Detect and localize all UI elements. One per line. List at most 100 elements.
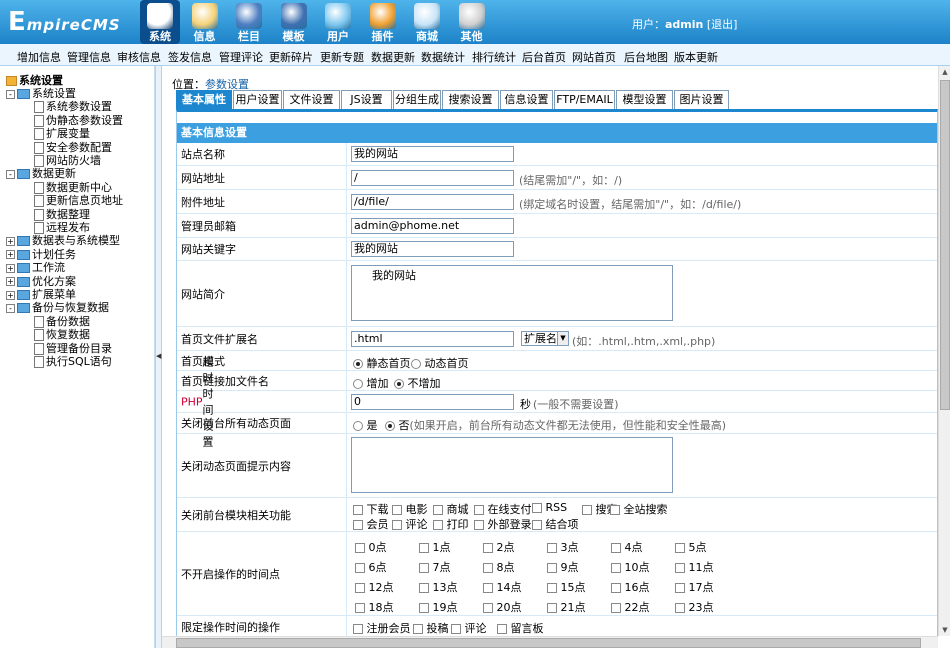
menu-item[interactable]: 后台地图 bbox=[624, 49, 668, 65]
tab-1[interactable]: 用户设置 bbox=[233, 90, 282, 109]
hour-option[interactable]: 22点 bbox=[611, 599, 650, 615]
module-option[interactable]: 会员 bbox=[353, 516, 389, 532]
hour-option[interactable]: 19点 bbox=[419, 599, 458, 615]
tree-folder[interactable]: - 备份与恢复数据 bbox=[6, 301, 109, 314]
tab-4[interactable]: 分组生成 bbox=[393, 90, 441, 109]
menu-item[interactable]: 签发信息 bbox=[168, 49, 212, 65]
checkbox[interactable] bbox=[675, 603, 685, 613]
logout-link[interactable]: [退出] bbox=[707, 18, 738, 31]
checkbox[interactable] bbox=[547, 583, 557, 593]
tree-item[interactable]: 恢复数据 bbox=[34, 328, 90, 342]
tree-item[interactable]: 数据整理 bbox=[34, 208, 90, 221]
close-tip-textarea[interactable] bbox=[351, 437, 673, 493]
index-mode-dynamic-option[interactable]: 动态首页 bbox=[411, 355, 469, 371]
nav-7[interactable]: 其他 bbox=[452, 0, 492, 44]
checkbox[interactable] bbox=[353, 505, 363, 515]
tree-item[interactable]: 备份数据 bbox=[34, 315, 90, 328]
keywords-input[interactable]: 我的网站 bbox=[351, 241, 514, 257]
ext-select[interactable]: 扩展名 ▼ bbox=[521, 331, 569, 346]
checkbox[interactable] bbox=[611, 543, 621, 553]
checkbox[interactable] bbox=[547, 563, 557, 573]
checkbox[interactable] bbox=[451, 624, 461, 634]
scroll-up-icon[interactable]: ▲ bbox=[939, 66, 950, 78]
hour-option[interactable]: 18点 bbox=[355, 599, 394, 615]
hour-option[interactable]: 11点 bbox=[675, 559, 714, 575]
tree-item[interactable]: 安全参数配置 bbox=[34, 141, 112, 154]
site-url-input[interactable]: / bbox=[351, 170, 514, 186]
limit-op-option[interactable]: 留言板 bbox=[497, 620, 544, 636]
tree-item[interactable]: 远程发布 bbox=[34, 221, 90, 234]
hour-option[interactable]: 21点 bbox=[547, 599, 586, 615]
hour-option[interactable]: 7点 bbox=[419, 559, 451, 575]
intro-textarea[interactable]: 我的网站 bbox=[351, 265, 673, 321]
tree-item[interactable]: 系统参数设置 bbox=[34, 100, 112, 114]
expand-icon[interactable]: + bbox=[6, 263, 15, 273]
hour-option[interactable]: 1点 bbox=[419, 539, 451, 555]
tree-folder[interactable]: - 系统设置 bbox=[6, 87, 76, 100]
tab-0[interactable]: 基本属性 bbox=[176, 90, 232, 109]
close-no-option[interactable]: 否(如果开启，前台所有动态文件都无法使用，但性能和安全性最高) bbox=[385, 417, 726, 433]
attach-url-input[interactable]: /d/file/ bbox=[351, 194, 514, 210]
module-option[interactable]: 电影 bbox=[392, 501, 428, 517]
menu-item[interactable]: 管理评论 bbox=[219, 49, 263, 65]
collapse-arrow-icon[interactable]: ◀ bbox=[156, 352, 161, 360]
vertical-scrollbar[interactable]: ▲ ▼ bbox=[938, 66, 950, 636]
expand-icon[interactable]: + bbox=[6, 236, 15, 246]
hour-option[interactable]: 14点 bbox=[483, 579, 522, 595]
tab-2[interactable]: 文件设置 bbox=[283, 90, 340, 109]
checkbox[interactable] bbox=[355, 563, 365, 573]
menu-item[interactable]: 更新碎片 bbox=[269, 49, 313, 65]
checkbox[interactable] bbox=[413, 624, 423, 634]
limit-op-option[interactable]: 投稿 bbox=[413, 620, 449, 636]
checkbox[interactable] bbox=[392, 520, 402, 530]
tree-item[interactable]: 扩展变量 bbox=[34, 127, 90, 141]
checkbox[interactable] bbox=[392, 505, 402, 515]
collapse-icon[interactable]: - bbox=[6, 169, 15, 179]
menu-item[interactable]: 增加信息 bbox=[17, 49, 61, 65]
checkbox[interactable] bbox=[419, 603, 429, 613]
tab-7[interactable]: FTP/EMAIL bbox=[554, 90, 615, 109]
link-yes-radio[interactable] bbox=[353, 379, 363, 389]
hour-option[interactable]: 13点 bbox=[419, 579, 458, 595]
expand-icon[interactable]: + bbox=[6, 277, 15, 287]
hour-option[interactable]: 6点 bbox=[355, 559, 387, 575]
hour-option[interactable]: 9点 bbox=[547, 559, 579, 575]
checkbox[interactable] bbox=[675, 583, 685, 593]
tree-root[interactable]: 系统设置 bbox=[6, 74, 63, 87]
close-yes-radio[interactable] bbox=[353, 421, 363, 431]
checkbox[interactable] bbox=[611, 563, 621, 573]
tree-folder[interactable]: + 扩展菜单 bbox=[6, 288, 76, 301]
tree-folder[interactable]: + 计划任务 bbox=[6, 248, 76, 261]
tab-9[interactable]: 图片设置 bbox=[674, 90, 729, 109]
menu-item[interactable]: 版本更新 bbox=[674, 49, 718, 65]
menu-item[interactable]: 管理信息 bbox=[67, 49, 111, 65]
module-option[interactable]: 在线支付 bbox=[474, 501, 532, 517]
hour-option[interactable]: 3点 bbox=[547, 539, 579, 555]
tab-8[interactable]: 模型设置 bbox=[616, 90, 673, 109]
hour-option[interactable]: 15点 bbox=[547, 579, 586, 595]
hour-option[interactable]: 4点 bbox=[611, 539, 643, 555]
expand-icon[interactable]: + bbox=[6, 290, 15, 300]
tab-6[interactable]: 信息设置 bbox=[500, 90, 553, 109]
menu-item[interactable]: 审核信息 bbox=[117, 49, 161, 65]
checkbox[interactable] bbox=[675, 543, 685, 553]
checkbox[interactable] bbox=[547, 603, 557, 613]
horizontal-scrollbar[interactable] bbox=[162, 636, 938, 648]
checkbox[interactable] bbox=[547, 543, 557, 553]
checkbox[interactable] bbox=[483, 563, 493, 573]
nav-3[interactable]: 模板 bbox=[274, 0, 314, 44]
module-option[interactable]: 全站搜索 bbox=[610, 501, 668, 517]
collapse-icon[interactable]: - bbox=[6, 303, 15, 313]
static-radio[interactable] bbox=[353, 359, 363, 369]
checkbox[interactable] bbox=[419, 563, 429, 573]
module-option[interactable]: 下载 bbox=[353, 501, 389, 517]
menu-item[interactable]: 数据更新 bbox=[371, 49, 415, 65]
expand-icon[interactable]: + bbox=[6, 250, 15, 260]
module-option[interactable]: RSS bbox=[532, 501, 567, 514]
nav-2[interactable]: 栏目 bbox=[229, 0, 269, 44]
module-option[interactable]: 商城 bbox=[433, 501, 469, 517]
dynamic-radio[interactable] bbox=[411, 359, 421, 369]
checkbox[interactable] bbox=[675, 563, 685, 573]
hour-option[interactable]: 17点 bbox=[675, 579, 714, 595]
checkbox[interactable] bbox=[355, 543, 365, 553]
